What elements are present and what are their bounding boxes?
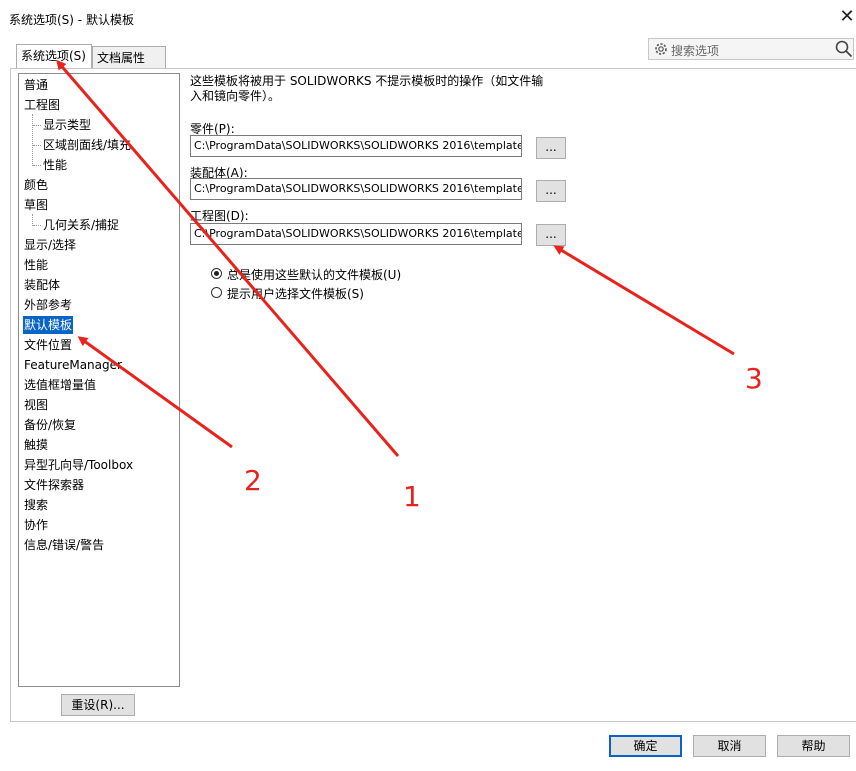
tree-item-general[interactable]: 普通 [24,76,48,94]
annotation-label-1: 1 [403,480,421,513]
drawing-template-label: 工程图(D): [190,209,249,223]
assembly-template-field[interactable]: C:\ProgramData\SOLIDWORKS\SOLIDWORKS 201… [190,178,522,200]
tree-item-hole-wizard-toolbox[interactable]: 异型孔向导/Toolbox [24,456,133,474]
tree-connector [32,114,33,166]
part-template-field[interactable]: C:\ProgramData\SOLIDWORKS\SOLIDWORKS 201… [190,135,522,157]
tree-item-performance[interactable]: 性能 [24,256,48,274]
tree-item-external-references[interactable]: 外部参考 [24,296,72,314]
title-bar: 系统选项(S) - 默认模板 ✕ [0,0,856,34]
tree-connector [33,165,41,166]
search-icon[interactable] [835,40,853,58]
tree-item-display-selection[interactable]: 显示/选择 [24,236,76,254]
reset-button[interactable]: 重设(R)... [61,694,135,716]
tab-system-options[interactable]: 系统选项(S) [16,44,92,69]
prompt-user-templates-radio[interactable] [211,287,222,298]
options-tree[interactable]: 普通 工程图 显示类型 区域剖面线/填充 性能 颜色 草图 几何关系/捕捉 显示… [18,73,180,687]
tree-item-drawings[interactable]: 工程图 [24,96,60,114]
tree-item-featuremanager[interactable]: FeatureManager [24,356,176,374]
templates-description: 这些模板将被用于 SOLIDWORKS 不提示模板时的操作（如文件输入和镜向零件… [190,74,544,103]
tree-item-backup-recover[interactable]: 备份/恢复 [24,416,76,434]
tab-document-properties[interactable]: 文档属性(D) [92,46,166,87]
search-box[interactable]: 搜索选项 [648,38,854,60]
tree-item-messages-errors-warnings[interactable]: 信息/错误/警告 [24,536,104,554]
always-use-templates-label[interactable]: 总是使用这些默认的文件模板(U) [227,266,401,283]
part-browse-button[interactable]: ... [536,137,566,159]
close-icon[interactable]: ✕ [836,4,856,30]
tree-item-file-explorer[interactable]: 文件探索器 [24,476,84,494]
tree-item-view[interactable]: 视图 [24,396,48,414]
search-input[interactable]: 搜索选项 [671,42,719,59]
help-button[interactable]: 帮助 [777,735,850,757]
tree-item-sketch[interactable]: 草图 [24,196,48,214]
tree-item-colors[interactable]: 颜色 [24,176,48,194]
assembly-browse-button[interactable]: ... [536,180,566,202]
tree-item-touch[interactable]: 触摸 [24,436,48,454]
always-use-templates-radio[interactable] [211,268,222,279]
cancel-button[interactable]: 取消 [693,735,766,757]
drawing-template-field[interactable]: C:\ProgramData\SOLIDWORKS\SOLIDWORKS 201… [190,223,522,245]
tree-item-hatch-fill[interactable]: 区域剖面线/填充 [43,136,131,154]
annotation-label-2: 2 [244,464,262,497]
ok-button[interactable]: 确定 [609,735,682,757]
tree-connector [33,125,41,126]
tree-item-collaboration[interactable]: 协作 [24,516,48,534]
annotation-label-3: 3 [745,362,763,395]
tree-connector [33,225,41,226]
tree-item-spin-box-increments[interactable]: 选值框增量值 [24,376,96,394]
gear-icon [655,43,667,55]
tree-item-default-templates[interactable]: 默认模板 [23,316,74,334]
tree-connector [33,145,41,146]
tree-item-search[interactable]: 搜索 [24,496,48,514]
tree-item-drawing-performance[interactable]: 性能 [43,156,67,174]
window-title: 系统选项(S) - 默认模板 [9,13,134,27]
tree-item-relations-snaps[interactable]: 几何关系/捕捉 [43,216,119,234]
prompt-user-templates-label[interactable]: 提示用户选择文件模板(S) [227,285,364,302]
tree-item-file-locations[interactable]: 文件位置 [24,336,72,354]
tree-item-assemblies[interactable]: 装配体 [24,276,60,294]
tree-item-display-type[interactable]: 显示类型 [43,116,91,134]
drawing-browse-button[interactable]: ... [536,224,566,246]
